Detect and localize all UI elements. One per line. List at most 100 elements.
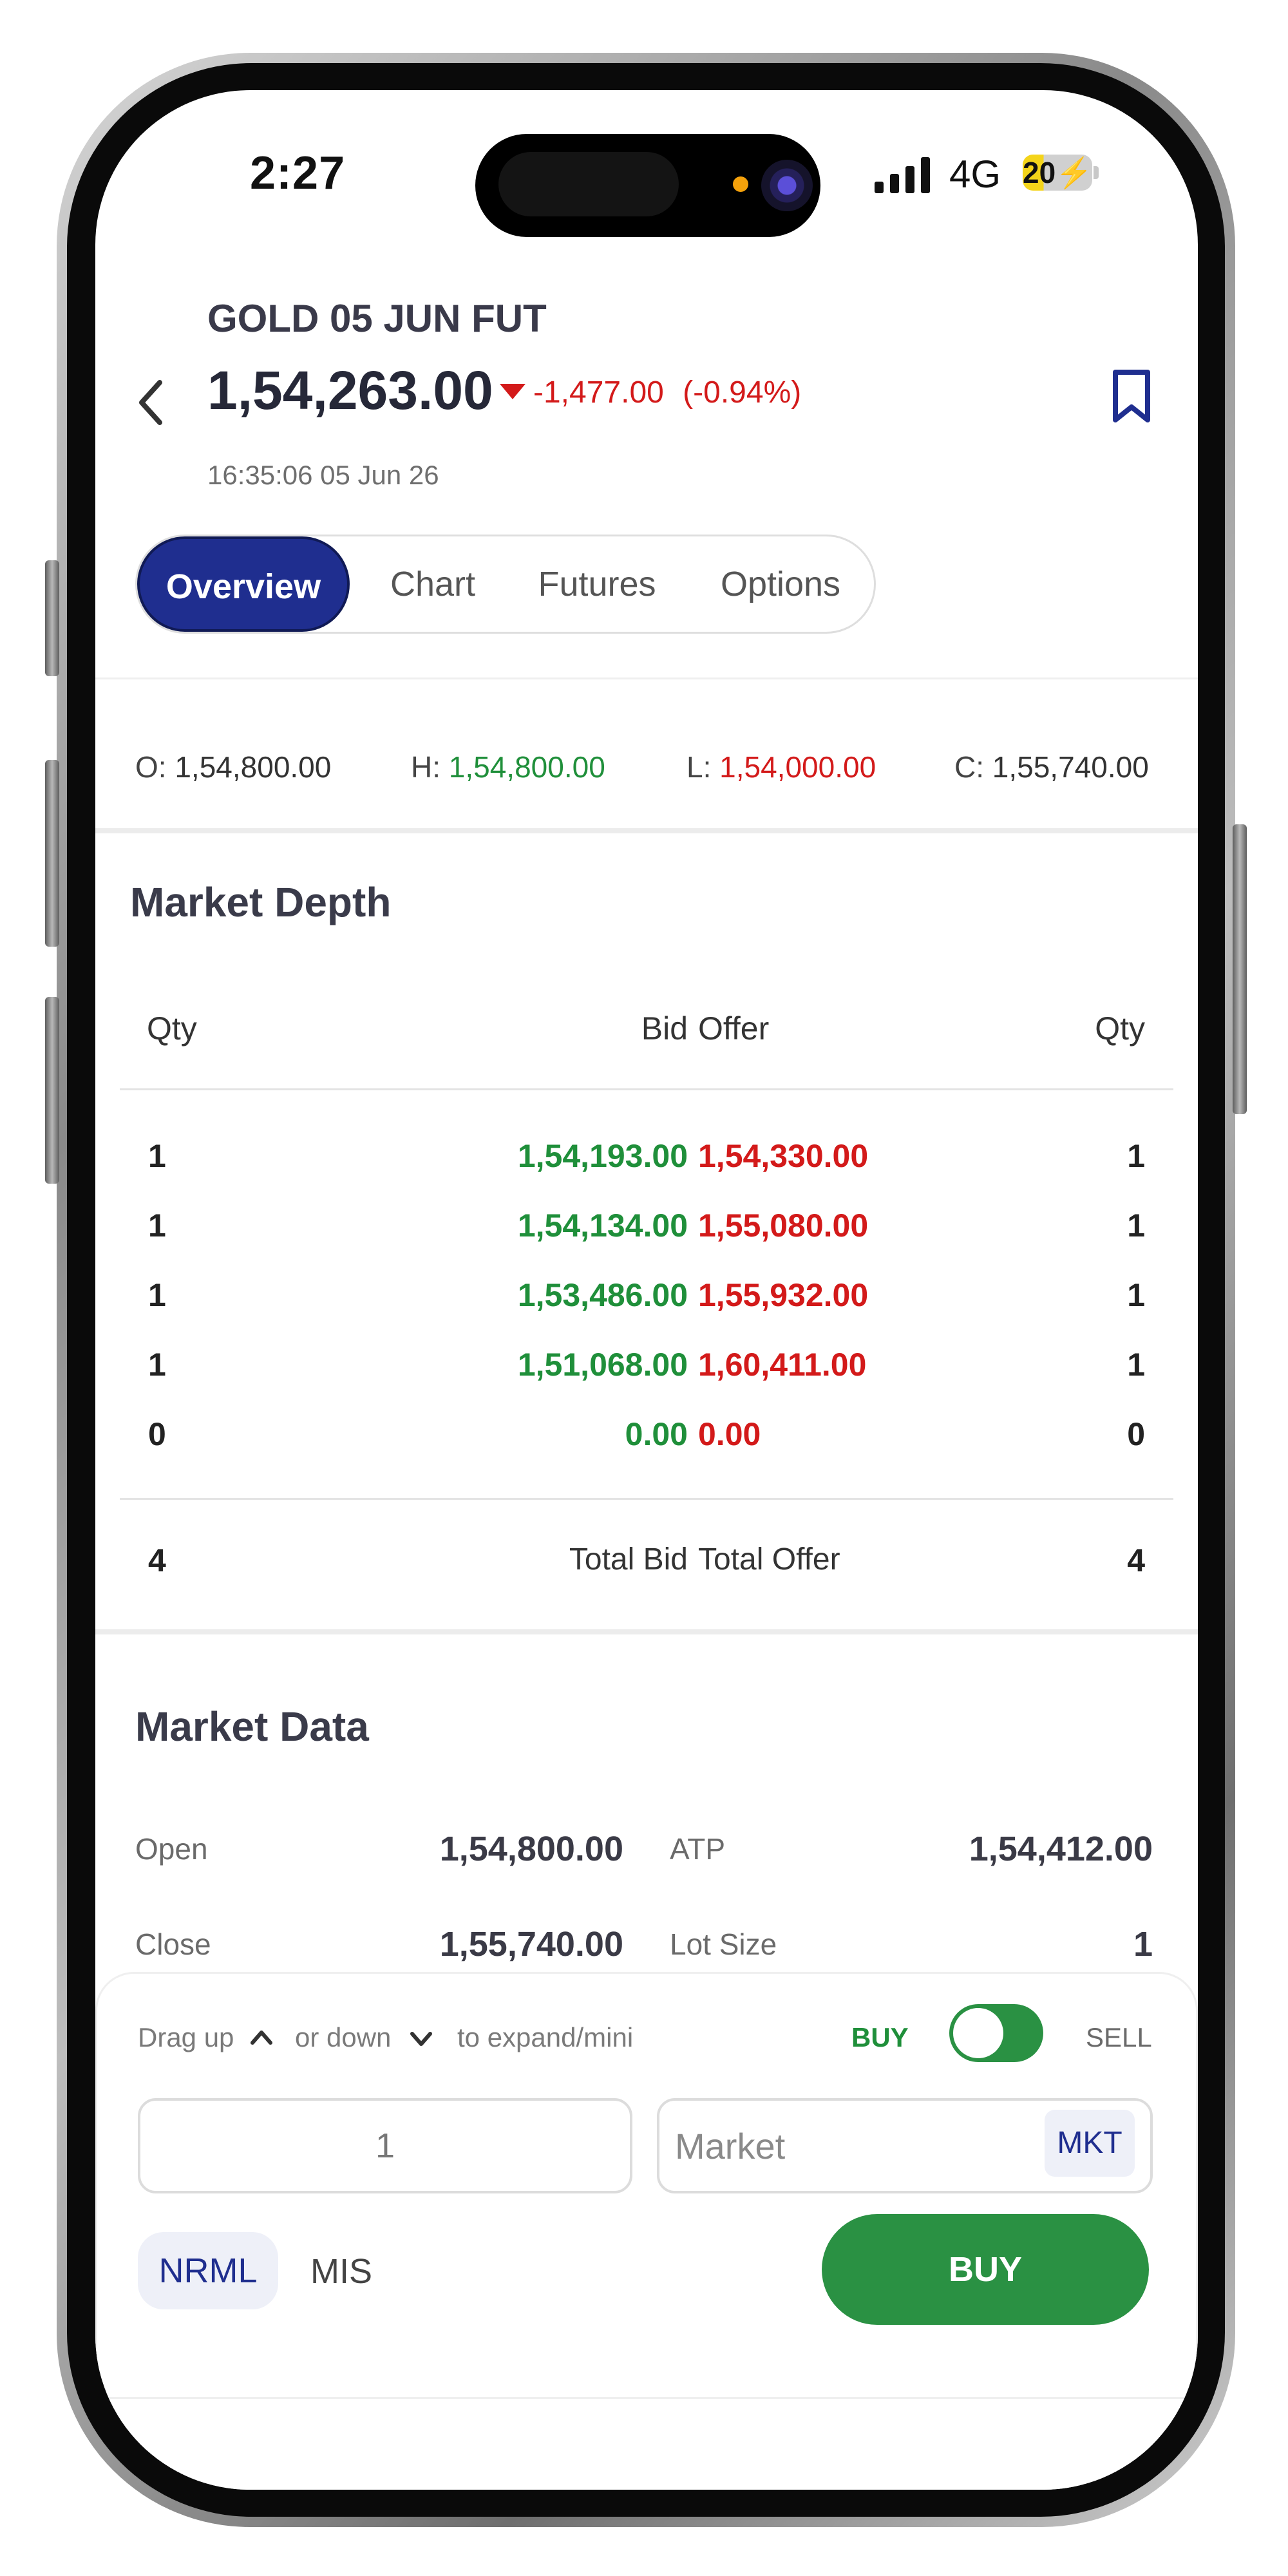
instrument-symbol: GOLD 05 JUN FUT xyxy=(207,297,547,340)
mic-indicator-icon xyxy=(733,176,748,192)
last-price: 1,54,263.00 xyxy=(207,360,493,421)
price-change: -1,477.00 (-0.94%) xyxy=(533,375,801,410)
depth-row-3-offer-qty: 1 xyxy=(1127,1277,1145,1313)
depth-row-2-bid-qty: 1 xyxy=(148,1208,166,1244)
network-type: 4G xyxy=(949,153,1001,196)
depth-row-3-bid-qty: 1 xyxy=(148,1277,166,1313)
open-label: O: xyxy=(135,750,167,784)
depth-row-2-offer: 1,55,080.00 xyxy=(698,1208,869,1244)
toggle-knob[interactable] xyxy=(953,2008,1003,2058)
depth-row-1-bid: 1,54,193.00 xyxy=(517,1138,688,1174)
depth-total-divider xyxy=(120,1498,1173,1500)
product-mis-button[interactable]: MIS xyxy=(310,2251,372,2291)
market-data-lotsize-value: 1 xyxy=(1133,1925,1153,1964)
bookmark-icon[interactable] xyxy=(1109,368,1154,425)
ohlc-high: H: 1,54,800.00 xyxy=(411,750,605,784)
total-bid-label: Total Bid xyxy=(569,1542,688,1577)
market-depth-title: Market Depth xyxy=(130,879,392,925)
charging-bolt-icon: ⚡ xyxy=(1056,156,1093,189)
ohlc-low: L: 1,54,000.00 xyxy=(687,750,876,784)
change-percent: (-0.94%) xyxy=(683,375,802,410)
depth-header-offer-qty: Qty xyxy=(1095,1010,1145,1046)
depth-row-4-offer-qty: 1 xyxy=(1127,1347,1145,1383)
market-data-close-value: 1,55,740.00 xyxy=(439,1925,623,1964)
depth-row-5-bid-qty: 0 xyxy=(148,1416,166,1452)
low-value: 1,54,000.00 xyxy=(719,750,876,784)
depth-row-4-offer: 1,60,411.00 xyxy=(698,1347,867,1383)
ohlc-open: O: 1,54,800.00 xyxy=(135,750,331,784)
divider xyxy=(95,677,1198,679)
drag-hint-up: Drag up xyxy=(138,2022,234,2052)
drag-hint-expand: to expand/mini xyxy=(457,2022,634,2052)
phone-screen: 2:27 4G 20⚡ GOLD 05 JUN FUT 1,54,263.00 … xyxy=(95,90,1198,2490)
battery-icon: 20⚡ xyxy=(1023,155,1092,191)
total-offer-qty: 4 xyxy=(1127,1542,1145,1578)
close-label: C: xyxy=(954,750,984,784)
depth-row-5-offer: 0.00 xyxy=(698,1416,761,1452)
market-data-close-label: Close xyxy=(135,1927,211,1961)
depth-row-1-bid-qty: 1 xyxy=(148,1138,166,1174)
market-data-lotsize-label: Lot Size xyxy=(670,1927,777,1961)
buy-submit-button[interactable]: BUY xyxy=(822,2214,1149,2325)
power-button xyxy=(1233,824,1247,1114)
battery-level: 20 xyxy=(1023,156,1056,189)
volume-up-button xyxy=(45,760,59,947)
depth-header-bid-qty: Qty xyxy=(147,1010,197,1046)
price-placeholder: Market xyxy=(675,2126,786,2166)
total-bid-qty: 4 xyxy=(148,1542,166,1578)
tab-overview[interactable]: Overview xyxy=(137,536,350,632)
depth-row-2-bid: 1,54,134.00 xyxy=(517,1208,688,1244)
market-order-type-button[interactable]: MKT xyxy=(1045,2110,1135,2177)
product-nrml-button[interactable]: NRML xyxy=(138,2232,278,2309)
market-data-title: Market Data xyxy=(135,1703,369,1750)
tab-bar: Overview Chart Futures Options xyxy=(135,535,876,634)
depth-row-4-bid-qty: 1 xyxy=(148,1347,166,1383)
dynamic-island xyxy=(475,134,820,237)
open-value: 1,54,800.00 xyxy=(175,750,332,784)
section-divider xyxy=(95,1629,1198,1634)
low-label: L: xyxy=(687,750,712,784)
island-pill xyxy=(498,152,679,216)
battery-tip xyxy=(1094,166,1099,179)
depth-row-1-offer-qty: 1 xyxy=(1127,1138,1145,1174)
chevron-up-icon xyxy=(251,2031,272,2045)
tab-options[interactable]: Options xyxy=(687,536,874,632)
depth-row-1-offer: 1,54,330.00 xyxy=(698,1138,869,1174)
market-data-open-value: 1,54,800.00 xyxy=(439,1830,623,1868)
market-data-atp-label: ATP xyxy=(670,1832,726,1866)
depth-row-5-offer-qty: 0 xyxy=(1127,1416,1145,1452)
ohlc-close: C: 1,55,740.00 xyxy=(954,750,1149,784)
change-value: -1,477.00 xyxy=(533,375,664,410)
buy-side-label: BUY xyxy=(851,2022,909,2052)
tab-futures[interactable]: Futures xyxy=(507,536,687,632)
high-label: H: xyxy=(411,750,440,784)
back-icon[interactable] xyxy=(131,374,170,431)
market-data-atp-value: 1,54,412.00 xyxy=(969,1830,1153,1868)
high-value: 1,54,800.00 xyxy=(448,750,605,784)
depth-header-divider xyxy=(120,1088,1173,1090)
depth-row-3-offer: 1,55,932.00 xyxy=(698,1277,869,1313)
total-offer-label: Total Offer xyxy=(698,1542,840,1577)
close-value: 1,55,740.00 xyxy=(992,750,1149,784)
depth-row-4-bid: 1,51,068.00 xyxy=(517,1347,688,1383)
depth-header-offer: Offer xyxy=(698,1010,770,1046)
depth-row-5-bid: 0.00 xyxy=(625,1416,688,1452)
depth-row-3-bid: 1,53,486.00 xyxy=(517,1277,688,1313)
volume-down-button xyxy=(45,997,59,1184)
market-data-open-label: Open xyxy=(135,1832,208,1866)
sell-side-label: SELL xyxy=(1086,2022,1152,2052)
panel-bottom-divider xyxy=(95,2397,1198,2399)
depth-header-bid: Bid xyxy=(641,1010,688,1046)
section-divider xyxy=(95,828,1198,833)
depth-row-2-offer-qty: 1 xyxy=(1127,1208,1145,1244)
signal-icon xyxy=(875,157,930,193)
front-camera-icon xyxy=(761,160,813,211)
status-time: 2:27 xyxy=(250,147,346,199)
quantity-input[interactable]: 1 xyxy=(138,2098,632,2193)
last-update-timestamp: 16:35:06 05 Jun 26 xyxy=(207,460,439,490)
chevron-down-icon xyxy=(410,2032,432,2046)
drag-hint-down: or down xyxy=(295,2022,392,2052)
price-down-triangle-icon xyxy=(500,384,526,399)
tab-chart[interactable]: Chart xyxy=(359,536,507,632)
action-button xyxy=(45,560,59,676)
